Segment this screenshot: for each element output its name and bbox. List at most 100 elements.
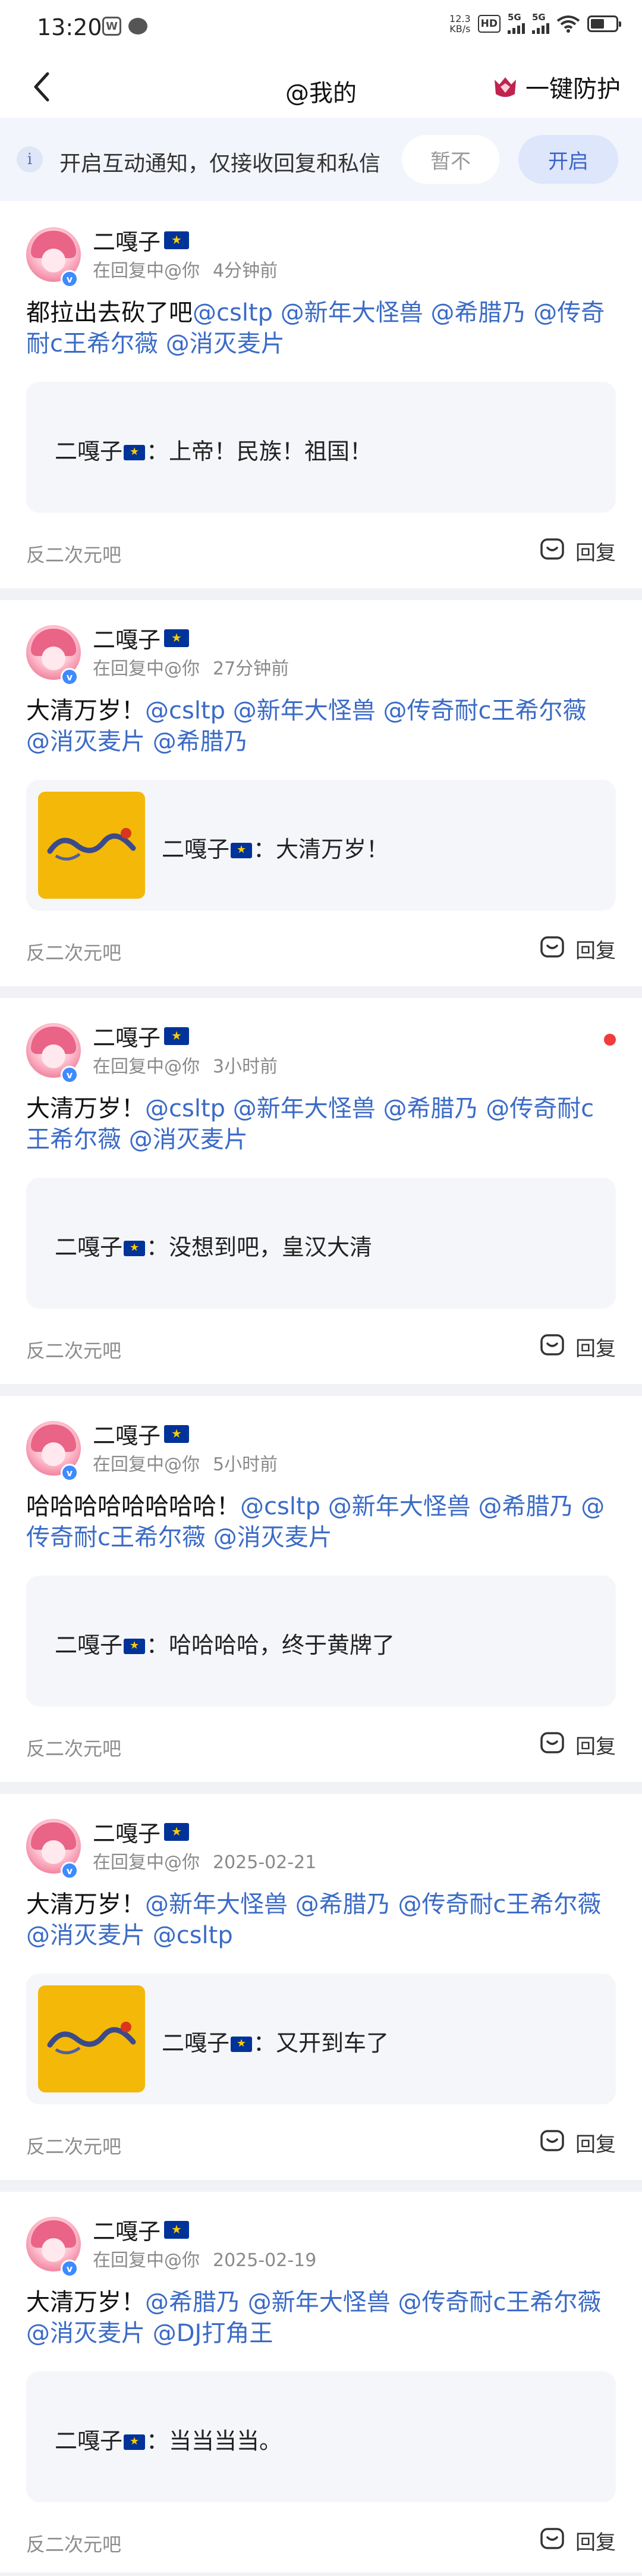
reply-button[interactable]: 回复 — [540, 536, 616, 566]
post-content[interactable]: 大清万岁！@新年大怪兽 @希腊乃 @传奇耐c王希尔薇 @消灭麦片 @csltp — [26, 1889, 616, 1951]
avatar-face — [42, 2238, 65, 2262]
signal-icon: 5G — [532, 13, 549, 34]
quoted-reply[interactable]: 二嘎子 ：当当当当。 — [26, 2371, 616, 2502]
reply-button[interactable]: 回复 — [540, 2128, 616, 2157]
mention-link[interactable]: @消灭麦片 — [26, 2320, 145, 2347]
mention-card[interactable]: v二嘎子在回复中@你2025-02-21大清万岁！@新年大怪兽 @希腊乃 @传奇… — [0, 1794, 642, 2192]
mention-link[interactable]: @DJ打角王 — [153, 2320, 273, 2347]
mention-card[interactable]: v二嘎子在回复中@你3小时前大清万岁！@csltp @新年大怪兽 @希腊乃 @传… — [0, 998, 642, 1396]
eu-flag-icon — [124, 1241, 146, 1256]
eu-flag-icon — [124, 445, 146, 460]
mention-link[interactable]: @csltp — [240, 1493, 320, 1520]
username[interactable]: 二嘎子 — [93, 622, 190, 654]
username[interactable]: 二嘎子 — [93, 1815, 190, 1848]
username[interactable]: 二嘎子 — [93, 2213, 190, 2246]
quote-body: ：哈哈哈哈，终于黄牌了 — [146, 1632, 395, 1658]
reply-button[interactable]: 回复 — [540, 934, 616, 964]
mention-link[interactable]: @希腊乃 — [478, 1493, 573, 1520]
mention-link[interactable]: @传奇耐c王希尔薇 — [383, 697, 586, 724]
mention-card[interactable]: v二嘎子在回复中@你2025-02-19大清万岁！@希腊乃 @新年大怪兽 @传奇… — [0, 2192, 642, 2576]
dragon-flag-image[interactable] — [38, 792, 145, 899]
mention-link[interactable]: @消灭麦片 — [26, 728, 145, 755]
username[interactable]: 二嘎子 — [93, 1019, 190, 1052]
mention-card[interactable]: v二嘎子在回复中@你5小时前哈哈哈哈哈哈哈哈！@csltp @新年大怪兽 @希腊… — [0, 1396, 642, 1794]
forum-source-link[interactable]: 反二次元吧 — [26, 1336, 121, 1363]
content-text: 哈哈哈哈哈哈哈哈！ — [26, 1493, 240, 1520]
mention-link[interactable]: @希腊乃 — [145, 2289, 240, 2316]
quoted-reply[interactable]: 二嘎子 ：上帝！民族！祖国！ — [26, 382, 616, 513]
forum-source-link[interactable]: 反二次元吧 — [26, 2132, 121, 2159]
username[interactable]: 二嘎子 — [93, 1417, 190, 1450]
mention-link[interactable]: @传奇耐c王希尔薇 — [398, 2289, 601, 2316]
mention-link[interactable]: @希腊乃 — [295, 1891, 391, 1918]
quoted-reply[interactable]: 二嘎子 ：哈哈哈哈，终于黄牌了 — [26, 1576, 616, 1706]
not-now-button[interactable]: 暂不 — [402, 135, 499, 184]
post-content[interactable]: 大清万岁！@csltp @新年大怪兽 @传奇耐c王希尔薇 @消灭麦片 @希腊乃 — [26, 695, 616, 757]
mention-link[interactable]: @新年大怪兽 — [248, 2289, 391, 2316]
content-text: 大清万岁！ — [26, 2289, 145, 2316]
chevron-left-icon — [34, 72, 49, 102]
reply-label: 回复 — [575, 2531, 616, 2555]
post-content[interactable]: 都拉出去砍了吧@csltp @新年大怪兽 @希腊乃 @传奇耐c王希尔薇 @消灭麦… — [26, 297, 616, 359]
mention-link[interactable]: @消灭麦片 — [129, 1126, 248, 1153]
quote-body: ：大清万岁！ — [253, 836, 389, 862]
reply-label: 回复 — [575, 541, 616, 565]
mention-link[interactable]: @传奇耐c王希尔薇 — [398, 1891, 601, 1918]
verified-badge-icon: v — [61, 1066, 78, 1084]
mention-link[interactable]: @新年大怪兽 — [233, 1095, 376, 1122]
mention-link[interactable]: @消灭麦片 — [166, 330, 285, 357]
mention-link[interactable]: @消灭麦片 — [213, 1524, 332, 1551]
timestamp: 4分钟前 — [213, 261, 278, 281]
mention-link[interactable]: @csltp — [153, 1922, 233, 1949]
enable-button[interactable]: 开启 — [518, 135, 618, 184]
reply-bubble-icon — [540, 2129, 565, 2157]
avatar-face — [42, 1442, 65, 1466]
top-nav: @我的 一键防护 — [0, 57, 642, 117]
mention-link[interactable]: @希腊乃 — [153, 728, 248, 755]
reply-button[interactable]: 回复 — [540, 1730, 616, 1759]
content-text: 大清万岁！ — [26, 697, 145, 724]
eu-flag-icon — [164, 1425, 190, 1443]
post-content[interactable]: 大清万岁！@希腊乃 @新年大怪兽 @传奇耐c王希尔薇 @消灭麦片 @DJ打角王 — [26, 2287, 616, 2349]
verified-badge-icon: v — [61, 2260, 78, 2277]
mention-link[interactable]: @新年大怪兽 — [281, 299, 423, 327]
post-content[interactable]: 大清万岁！@csltp @新年大怪兽 @希腊乃 @传奇耐c王希尔薇 @消灭麦片 — [26, 1093, 616, 1155]
mention-link[interactable]: @新年大怪兽 — [145, 1891, 288, 1918]
quoted-reply[interactable]: 二嘎子 ：没想到吧，皇汉大清 — [26, 1178, 616, 1309]
mention-link[interactable]: @csltp — [145, 1095, 225, 1122]
mention-card[interactable]: v 二嘎子在回复中@你4分钟前都拉出去砍了吧@csltp @新年大怪兽 @希腊乃 … — [0, 202, 642, 600]
mention-list: v二嘎子在回复中@你4分钟前都拉出去砍了吧@csltp @新年大怪兽 @希腊乃 … — [0, 202, 642, 2576]
mention-link[interactable]: @csltp — [193, 299, 273, 327]
dragon-flag-image[interactable] — [38, 1985, 145, 2092]
reply-button[interactable]: 回复 — [540, 1332, 616, 1361]
forum-source-link[interactable]: 反二次元吧 — [26, 540, 121, 567]
forum-source-link[interactable]: 反二次元吧 — [26, 938, 121, 965]
mention-link[interactable]: @新年大怪兽 — [328, 1493, 471, 1520]
mention-link[interactable]: @消灭麦片 — [26, 1922, 145, 1949]
eu-flag-icon — [164, 1822, 190, 1841]
mention-link[interactable]: @新年大怪兽 — [233, 697, 376, 724]
mention-card[interactable]: v二嘎子在回复中@你27分钟前大清万岁！@csltp @新年大怪兽 @传奇耐c王… — [0, 600, 642, 998]
mention-meta: 在回复中@你 5小时前 — [93, 1449, 278, 1476]
forum-source-link[interactable]: 反二次元吧 — [26, 1734, 121, 1761]
quoted-reply[interactable]: 二嘎子 ：又开到车了 — [26, 1973, 616, 2104]
mention-link[interactable]: @希腊乃 — [430, 299, 525, 327]
mention-meta: 在回复中@你 4分钟前 — [93, 256, 278, 282]
mention-link[interactable]: @csltp — [145, 697, 225, 724]
username[interactable]: 二嘎子 — [93, 224, 190, 256]
forum-source-link[interactable]: 反二次元吧 — [26, 2530, 121, 2557]
meta-prefix: 在回复中@你 — [93, 1454, 200, 1475]
post-content[interactable]: 哈哈哈哈哈哈哈哈！@csltp @新年大怪兽 @希腊乃 @传奇耐c王希尔薇 @消… — [26, 1491, 616, 1553]
mention-link[interactable]: @希腊乃 — [383, 1095, 478, 1122]
eu-flag-icon — [124, 2434, 146, 2450]
banner-text: 开启互动通知，仅接收回复和私信 — [59, 152, 381, 176]
eu-flag-icon — [164, 231, 190, 249]
reply-button[interactable]: 回复 — [540, 2526, 616, 2555]
verified-badge-icon: v — [61, 270, 78, 288]
eu-flag-icon — [231, 2037, 253, 2052]
hd-icon: HD — [477, 14, 501, 33]
eu-flag-icon — [124, 1639, 146, 1654]
quoted-reply[interactable]: 二嘎子 ：大清万岁！ — [26, 780, 616, 911]
back-button[interactable] — [24, 67, 59, 107]
one-click-protect-button[interactable]: 一键防护 — [491, 68, 621, 106]
